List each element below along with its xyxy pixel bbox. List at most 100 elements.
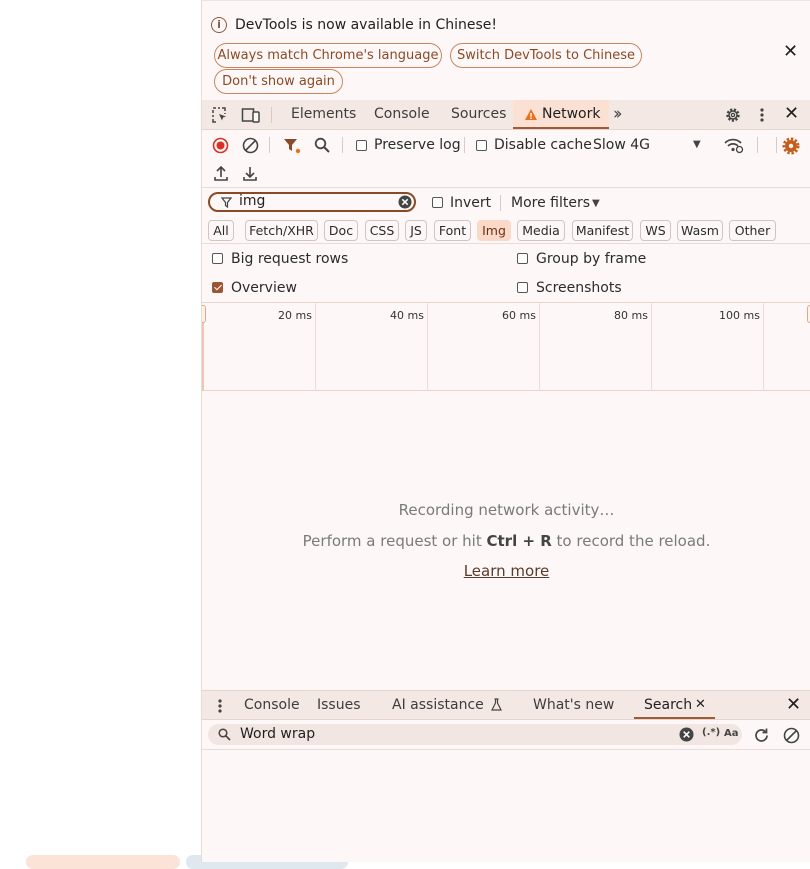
type-filter-doc[interactable]: Doc <box>324 220 358 241</box>
network-settings-gear-icon[interactable] <box>782 137 800 155</box>
reload-hint-text: to record the reload. <box>551 532 711 550</box>
learn-more-link[interactable]: Learn more <box>464 562 550 580</box>
stop-recording-icon[interactable] <box>212 137 229 154</box>
timeline-overview[interactable]: 20 ms 40 ms 60 ms 80 ms 100 ms <box>202 302 810 391</box>
type-filter-js[interactable]: JS <box>405 220 427 241</box>
filter-row: img Invert More filters ▼ <box>202 188 810 218</box>
type-filter-ws[interactable]: WS <box>640 220 671 241</box>
separator <box>776 137 777 153</box>
separator <box>500 195 501 211</box>
overview-checkbox[interactable] <box>212 282 223 293</box>
search-row: Word wrap (.*) Aa <box>202 720 810 750</box>
drawer-tab-search[interactable]: Search ✕ <box>634 691 715 719</box>
drawer-tab-issues[interactable]: Issues <box>317 691 361 719</box>
big-request-rows-checkbox[interactable] <box>212 253 223 264</box>
screenshots-checkbox[interactable] <box>517 282 528 293</box>
drawer-tab-whats-new[interactable]: What's new <box>533 691 614 719</box>
group-by-frame-label: Group by frame <box>536 251 647 267</box>
throttling-dropdown-icon[interactable]: ▼ <box>693 139 701 150</box>
inspect-element-icon[interactable] <box>211 106 229 124</box>
always-match-language-button[interactable]: Always match Chrome's language <box>214 43 442 68</box>
separator <box>342 137 343 153</box>
disable-cache-label: Disable cache <box>494 137 592 153</box>
throttling-select[interactable]: Slow 4G <box>593 137 650 153</box>
clear-search-results-icon[interactable] <box>783 727 800 744</box>
close-search-tab-icon[interactable]: ✕ <box>695 691 706 719</box>
invert-checkbox[interactable] <box>432 197 443 208</box>
overview-left-handle[interactable] <box>202 305 206 323</box>
tab-network-label: Network <box>542 106 601 122</box>
switch-to-chinese-button[interactable]: Switch DevTools to Chinese <box>450 43 642 68</box>
clear-filter-icon[interactable] <box>398 195 412 209</box>
refresh-search-icon[interactable] <box>753 727 770 744</box>
tab-sources[interactable]: Sources <box>451 100 506 129</box>
timeline-tick-label: 100 ms <box>719 309 760 322</box>
drawer-tab-ai-assistance[interactable]: AI assistance <box>392 691 503 719</box>
overview-marker-line <box>202 323 204 391</box>
close-devtools-icon[interactable]: ✕ <box>784 105 799 123</box>
infobar-message: DevTools is now available in Chinese! <box>235 17 497 33</box>
filter-input-value: img <box>239 193 266 209</box>
timeline-tick-label: 40 ms <box>390 309 424 322</box>
warning-icon <box>525 109 537 120</box>
search-input-value: Word wrap <box>240 726 316 742</box>
close-drawer-icon[interactable]: ✕ <box>786 696 801 714</box>
drawer-menu-icon[interactable] <box>217 698 223 714</box>
timeline-gridline <box>651 303 652 391</box>
timeline-tick-label: 20 ms <box>278 309 312 322</box>
type-filter-img[interactable]: Img <box>477 220 511 241</box>
options-row: Big request rows Group by frame <box>202 245 810 274</box>
filter-icon[interactable] <box>283 137 301 154</box>
search-input[interactable]: Word wrap (.*) Aa <box>208 724 742 745</box>
more-filters-dropdown-icon[interactable]: ▼ <box>592 198 600 209</box>
type-filter-css[interactable]: CSS <box>365 220 399 241</box>
group-by-frame-checkbox[interactable] <box>517 253 528 264</box>
type-filter-wasm[interactable]: Wasm <box>677 220 723 241</box>
clear-log-icon[interactable] <box>242 137 259 154</box>
page-chip <box>26 855 180 869</box>
preserve-log-checkbox[interactable] <box>356 140 367 151</box>
drawer-tab-console[interactable]: Console <box>244 691 300 719</box>
network-toolbar: Preserve log Disable cache Slow 4G ▼ <box>202 130 810 160</box>
more-options-icon[interactable] <box>759 107 765 123</box>
tab-network[interactable]: Network <box>513 100 609 129</box>
experiment-flask-icon <box>491 698 503 711</box>
type-filter-other[interactable]: Other <box>729 220 776 241</box>
search-icon[interactable] <box>314 137 331 154</box>
filter-input[interactable]: img <box>208 192 416 212</box>
match-case-toggle-icon[interactable]: Aa <box>724 728 739 739</box>
regex-toggle-icon[interactable]: (.*) <box>702 727 720 738</box>
dont-show-again-button[interactable]: Don't show again <box>214 69 343 94</box>
recording-message: Recording network activity… <box>398 501 615 519</box>
options-row: Overview Screenshots <box>202 274 810 303</box>
tab-console[interactable]: Console <box>374 100 430 129</box>
drawer-tabbar: Console Issues AI assistance What's new … <box>202 690 810 720</box>
more-filters-button[interactable]: More filters <box>511 195 590 211</box>
type-filter-manifest[interactable]: Manifest <box>572 220 633 241</box>
close-infobar-icon[interactable]: ✕ <box>783 43 798 61</box>
export-har-icon[interactable] <box>242 164 258 182</box>
settings-gear-icon[interactable] <box>724 106 742 124</box>
invert-label: Invert <box>450 195 492 211</box>
import-har-icon[interactable] <box>213 164 229 182</box>
info-icon: i <box>211 17 227 33</box>
type-filter-media[interactable]: Media <box>517 220 565 241</box>
more-tabs-chevron-icon[interactable]: ›› <box>613 104 622 124</box>
learn-more-container: Learn more <box>202 562 810 580</box>
type-filter-font[interactable]: Font <box>434 220 471 241</box>
overview-label: Overview <box>231 280 297 296</box>
timeline-tick-label: 60 ms <box>502 309 536 322</box>
device-toolbar-icon[interactable] <box>241 106 261 124</box>
disable-cache-checkbox[interactable] <box>476 140 487 151</box>
type-filter-fetch-xhr[interactable]: Fetch/XHR <box>245 220 318 241</box>
network-conditions-icon[interactable] <box>724 137 744 154</box>
separator <box>464 137 465 153</box>
tab-elements[interactable]: Elements <box>291 100 356 129</box>
filter-funnel-icon <box>221 197 232 208</box>
main-tabbar: Elements Console Sources Network ›› ✕ <box>202 100 810 130</box>
drawer-tab-ai-label: AI assistance <box>392 697 484 713</box>
page-content <box>0 0 348 869</box>
drawer-tab-search-label: Search <box>644 697 693 713</box>
type-filter-all[interactable]: All <box>208 220 234 241</box>
clear-search-icon[interactable] <box>679 727 694 742</box>
